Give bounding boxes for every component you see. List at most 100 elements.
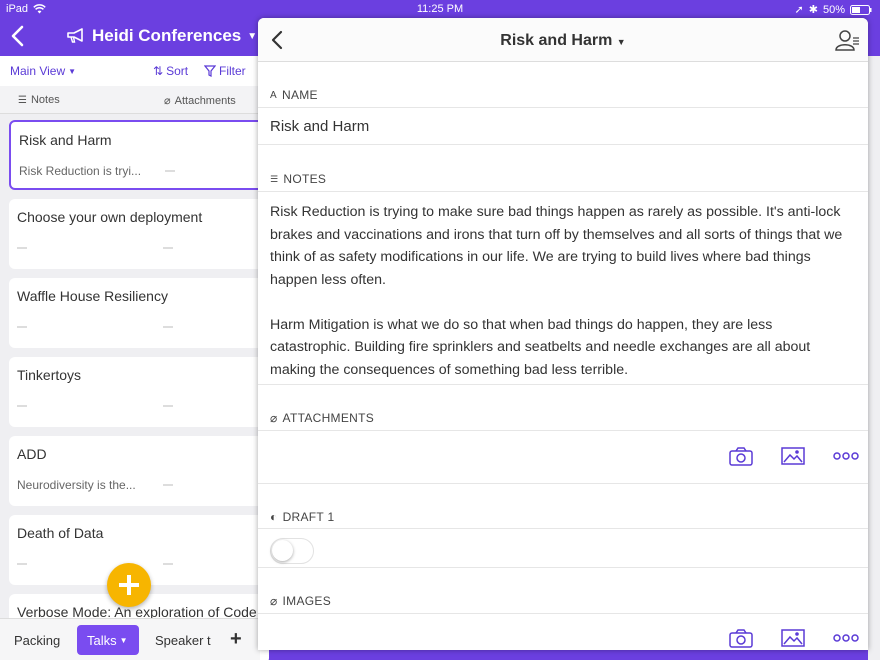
caret-down-icon: ▼ — [119, 635, 128, 645]
filter-icon — [204, 65, 216, 77]
status-time: 11:25 PM — [416, 3, 464, 15]
record-card[interactable]: Choose your own deployment — [9, 199, 269, 269]
tab-talks[interactable]: Talks ▼ — [77, 625, 139, 655]
empty-attachments-dash — [163, 405, 173, 407]
base-title: Heidi Conferences — [92, 26, 242, 45]
empty-attachments-dash — [163, 326, 173, 328]
detail-title-button[interactable]: Risk and Harm ▼ — [258, 32, 868, 50]
view-label: Main View — [10, 64, 66, 78]
notes-paragraph-1: Risk Reduction is trying to make sure ba… — [270, 204, 843, 288]
filter-label: Filter — [219, 64, 246, 78]
record-title: Death of Data — [17, 525, 104, 541]
empty-attachments-dash — [163, 484, 173, 486]
column-header-attachments[interactable]: ⌀ Attachments — [164, 94, 236, 108]
record-title: Choose your own deployment — [17, 209, 203, 225]
column-header-notes-label: Notes — [30, 94, 60, 106]
record-card[interactable]: Tinkertoys — [9, 357, 269, 427]
record-notes-preview: Risk Reduction is tryi... — [19, 164, 142, 178]
paperclip-icon: ⌀ — [164, 95, 171, 107]
paperclip-icon: ⌀ — [270, 411, 278, 425]
table-tab-bar: Packing Talks ▼ Speaker t + — [0, 618, 260, 660]
caret-down-icon: ▼ — [247, 30, 258, 42]
notes-paragraph-2: Harm Mitigation is what we do so that wh… — [270, 316, 811, 378]
back-chevron-icon[interactable] — [8, 24, 30, 48]
record-notes-preview: Neurodiversity is the... — [17, 478, 136, 492]
notes-label-text: NOTES — [283, 172, 327, 186]
divider — [258, 107, 868, 108]
divider — [258, 430, 868, 431]
camera-icon[interactable] — [729, 628, 753, 648]
images-label-text: IMAGES — [282, 594, 332, 608]
attachments-label-text: ATTACHMENTS — [282, 411, 375, 425]
sort-button[interactable]: ⇅ Sort — [153, 64, 188, 78]
megaphone-icon — [67, 28, 83, 43]
draft-label-text: DRAFT 1 — [282, 510, 335, 524]
sort-label: Sort — [166, 64, 189, 78]
camera-icon[interactable] — [729, 446, 753, 466]
sort-icon: ⇅ — [153, 64, 164, 78]
more-options-icon[interactable] — [833, 628, 859, 648]
record-card[interactable]: Risk and Harm Risk Reduction is tryi... — [9, 120, 269, 190]
status-right: ➚ ✱ 50% — [795, 3, 872, 16]
record-detail-panel: Risk and Harm ▼ A NAME Risk and Harm ☰ N… — [258, 18, 868, 650]
text-field-icon: A — [270, 89, 277, 101]
empty-notes-dash — [17, 405, 27, 407]
draft-field-label: ◐ DRAFT 1 — [270, 510, 334, 524]
toggle-knob — [272, 540, 293, 561]
notes-field-label: ☰ NOTES — [270, 172, 326, 186]
column-header-notes[interactable]: ☰ Notes — [18, 94, 60, 106]
bluetooth-icon: ✱ — [808, 4, 818, 16]
record-card[interactable]: Waffle House Resiliency — [9, 278, 269, 348]
attachments-field-label: ⌀ ATTACHMENTS — [270, 411, 374, 425]
detail-title: Risk and Harm — [500, 32, 613, 49]
divider — [258, 613, 868, 614]
caret-down-icon: ▼ — [616, 37, 626, 47]
detail-header: Risk and Harm ▼ — [258, 18, 868, 62]
tab-talks-label: Talks — [87, 632, 117, 648]
image-icon[interactable] — [781, 628, 805, 648]
name-field-value[interactable]: Risk and Harm — [270, 118, 369, 135]
battery-percent: 50% — [822, 3, 845, 16]
column-header-attachments-label: Attachments — [174, 94, 236, 107]
divider — [258, 191, 868, 192]
empty-attachments-dash — [163, 247, 173, 249]
name-field-label: A NAME — [270, 88, 318, 102]
paperclip-icon: ⌀ — [270, 594, 278, 608]
record-card[interactable]: ADD Neurodiversity is the... — [9, 436, 269, 506]
tab-packing[interactable]: Packing — [14, 633, 60, 648]
notes-field-value[interactable]: Risk Reduction is trying to make sure ba… — [270, 201, 856, 404]
toggle-field-icon: ◐ — [270, 510, 278, 524]
name-label-text: NAME — [281, 88, 318, 102]
record-title: Waffle House Resiliency — [17, 288, 168, 304]
attachment-actions — [729, 446, 859, 466]
background-strip — [868, 56, 880, 660]
battery-icon — [850, 4, 872, 15]
empty-notes-dash — [17, 247, 27, 249]
add-table-icon[interactable]: + — [230, 628, 242, 651]
record-title: ADD — [17, 446, 47, 462]
base-title-button[interactable]: Heidi Conferences ▼ — [66, 26, 257, 46]
divider — [258, 144, 868, 145]
long-text-icon: ☰ — [270, 173, 279, 184]
filter-button[interactable]: Filter — [204, 64, 246, 78]
collaborator-icon[interactable] — [834, 28, 860, 52]
view-selector[interactable]: Main View ▼ — [10, 64, 76, 78]
caret-down-icon: ▼ — [68, 66, 77, 76]
empty-attachments-dash — [163, 563, 173, 565]
divider — [258, 483, 868, 484]
more-options-icon[interactable] — [833, 446, 859, 466]
location-icon: ➚ — [794, 4, 804, 16]
record-title: Tinkertoys — [17, 367, 82, 383]
record-title: Risk and Harm — [19, 132, 112, 148]
image-icon[interactable] — [781, 446, 805, 466]
column-headers: ☰ Notes ⌀ Attachments — [0, 86, 260, 114]
list-toolbar: Main View ▼ ⇅ Sort Filter — [0, 56, 260, 86]
empty-notes-dash — [17, 563, 27, 565]
draft-toggle[interactable] — [270, 538, 314, 564]
divider — [258, 384, 868, 385]
add-record-button[interactable] — [107, 563, 151, 607]
image-actions — [729, 628, 859, 648]
divider — [258, 567, 868, 568]
empty-notes-dash — [17, 326, 27, 328]
tab-speaker[interactable]: Speaker t — [155, 633, 211, 648]
